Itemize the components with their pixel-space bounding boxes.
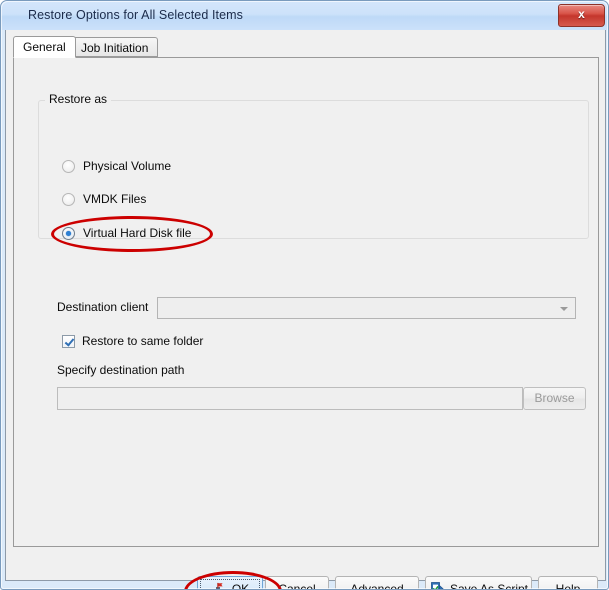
title-bar: Restore Options for All Selected Items x [1, 1, 608, 30]
script-check-icon [429, 581, 445, 589]
radio-physical-volume-mark [62, 159, 75, 173]
checkbox-restore-to-same-folder-mark [62, 334, 75, 348]
ok-button[interactable]: OK [197, 576, 263, 590]
radio-virtual-hard-disk-file-label: Virtual Hard Disk file [83, 226, 192, 240]
tab-general[interactable]: General [13, 36, 76, 58]
tab-panel-general: Restore as Physical Volume VMDK Files Vi… [13, 57, 599, 547]
chevron-down-icon [560, 307, 568, 311]
dialog-client-area: General Job Initiation Restore as Physic… [5, 30, 606, 589]
cancel-button[interactable]: Cancel [265, 576, 329, 590]
destination-client-dropdown[interactable] [157, 297, 576, 319]
save-as-script-button-label: Save As Script [449, 581, 529, 590]
close-button[interactable]: x [558, 4, 605, 27]
radio-physical-volume-label: Physical Volume [83, 159, 172, 173]
advanced-button[interactable]: Advanced [335, 576, 419, 590]
ok-button-label: OK [231, 581, 250, 590]
radio-virtual-hard-disk-file[interactable]: Virtual Hard Disk file [62, 224, 191, 242]
radio-vmdk-files[interactable]: VMDK Files [62, 190, 146, 208]
tab-general-label: General [23, 40, 66, 54]
destination-path-input[interactable] [57, 387, 523, 410]
radio-vmdk-files-mark [62, 192, 75, 206]
dialog-window: Restore Options for All Selected Items x… [0, 0, 609, 590]
close-icon: x [578, 7, 585, 21]
tab-job-initiation[interactable]: Job Initiation [71, 37, 159, 57]
radio-vmdk-files-label: VMDK Files [83, 192, 147, 206]
checkbox-restore-to-same-folder[interactable]: Restore to same folder [62, 333, 203, 349]
cancel-button-label: Cancel [278, 581, 316, 590]
radio-physical-volume[interactable]: Physical Volume [62, 157, 171, 175]
checkbox-restore-to-same-folder-label: Restore to same folder [82, 334, 204, 348]
ok-button-focus-ring [200, 579, 260, 589]
help-button[interactable]: Help [538, 576, 598, 590]
dialog-title: Restore Options for All Selected Items [28, 8, 244, 22]
destination-client-label: Destination client [57, 300, 149, 314]
advanced-button-label: Advanced [350, 581, 404, 590]
specify-destination-path-label: Specify destination path [57, 363, 185, 377]
stamp-icon [211, 581, 227, 589]
save-as-script-button[interactable]: Save As Script [425, 576, 532, 590]
tab-strip: General Job Initiation [13, 36, 599, 58]
tab-job-initiation-label: Job Initiation [81, 41, 149, 55]
radio-virtual-hard-disk-file-mark [62, 226, 75, 240]
groupbox-restore-as-legend: Restore as [45, 92, 112, 106]
browse-button[interactable]: Browse [523, 387, 586, 410]
help-button-label: Help [555, 581, 581, 590]
